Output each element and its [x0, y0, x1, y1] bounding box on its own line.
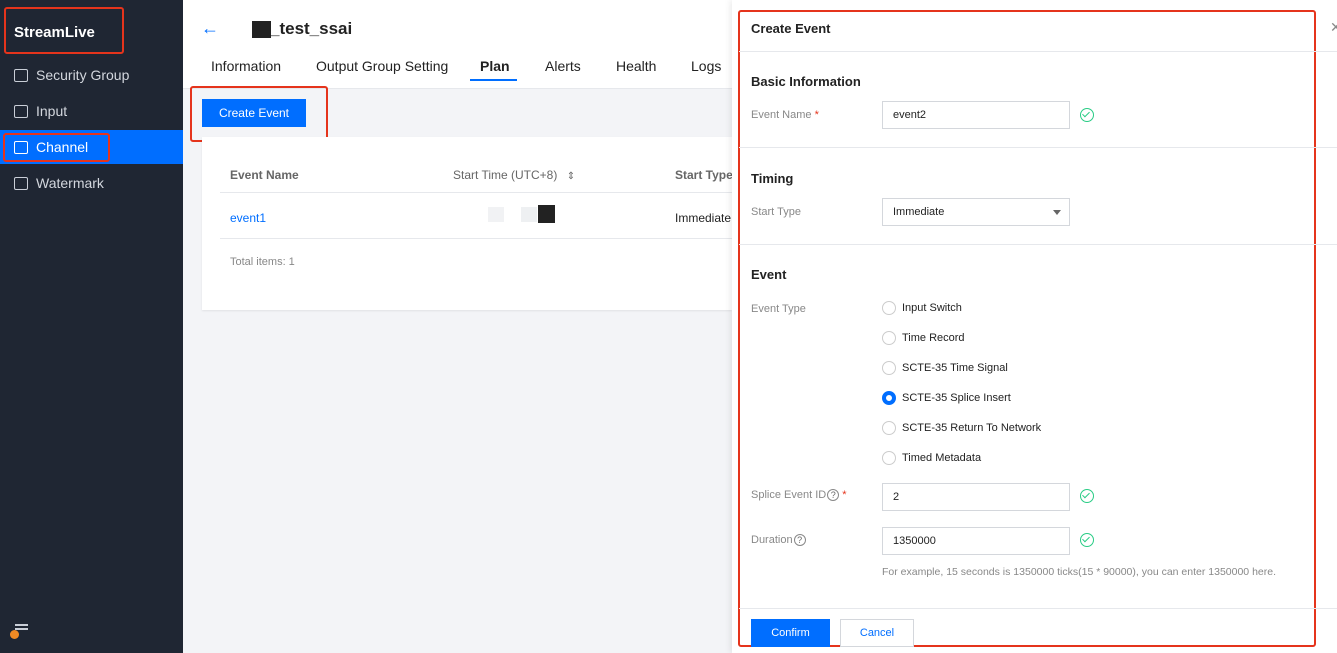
help-icon[interactable]: ? — [793, 534, 806, 547]
radio-circle[interactable] — [882, 451, 896, 465]
radio-scte35-return-to-network[interactable]: SCTE-35 Return To Network — [882, 421, 1041, 435]
chevron-down-icon — [1053, 210, 1061, 215]
radio-circle[interactable] — [882, 361, 896, 375]
sidebar: StreamLive Security Group Input Channel … — [0, 0, 183, 653]
tab-health[interactable]: Health — [616, 58, 656, 74]
tab-output-group-setting[interactable]: Output Group Setting — [316, 58, 448, 74]
section-timing: Timing — [751, 171, 794, 186]
close-icon[interactable]: ✕ — [1330, 19, 1337, 36]
radio-circle[interactable] — [882, 301, 896, 315]
redacted-start-time — [488, 207, 504, 222]
event-type-label: Event Type — [751, 303, 806, 315]
divider — [739, 51, 1337, 52]
start-type-select[interactable]: Immediate — [882, 198, 1070, 226]
tab-information[interactable]: Information — [211, 58, 281, 74]
confirm-button[interactable]: Confirm — [751, 619, 830, 647]
divider — [739, 147, 1337, 148]
section-event: Event — [751, 267, 787, 282]
splice-event-id-label: Splice Event ID? * — [751, 489, 847, 502]
radio-time-record[interactable]: Time Record — [882, 331, 965, 345]
splice-event-id-input[interactable] — [882, 483, 1070, 511]
total-items: Total items: 1 — [230, 256, 295, 268]
section-basic-information: Basic Information — [751, 74, 861, 89]
check-circle-icon — [1080, 108, 1094, 122]
sidebar-item-watermark[interactable]: Watermark — [0, 166, 183, 200]
channel-highlight-box — [3, 133, 110, 162]
radio-scte35-splice-insert[interactable]: SCTE-35 Splice Insert — [882, 391, 1011, 405]
duration-input[interactable] — [882, 527, 1070, 555]
input-icon — [14, 104, 28, 118]
radio-timed-metadata[interactable]: Timed Metadata — [882, 451, 981, 465]
radio-circle[interactable] — [882, 421, 896, 435]
page-title: _test_ssai — [270, 19, 353, 38]
tab-alerts[interactable]: Alerts — [545, 58, 581, 74]
sidebar-item-label: Security Group — [36, 67, 130, 83]
redacted-start-time — [538, 205, 555, 223]
menu-toggle-icon[interactable] — [10, 622, 30, 640]
arrow-left-icon[interactable]: ← — [201, 18, 219, 39]
column-event-name: Event Name — [230, 168, 299, 182]
radio-circle-selected[interactable] — [882, 391, 896, 405]
event-name-label: Event Name * — [751, 109, 819, 121]
start-type-label: Start Type — [751, 206, 801, 218]
tab-plan[interactable]: Plan — [480, 58, 510, 74]
column-start-time[interactable]: Start Time (UTC+8) ⇕ — [453, 168, 575, 182]
table-divider — [220, 238, 732, 239]
help-icon[interactable]: ? — [827, 489, 840, 502]
event-name-input[interactable] — [882, 101, 1070, 129]
check-circle-icon — [1080, 533, 1094, 547]
redacted-title-prefix — [252, 21, 271, 38]
shield-icon — [14, 68, 28, 82]
channel-header: ← _test_ssai Information Output Group Se… — [183, 0, 732, 89]
create-event-button[interactable]: Create Event — [202, 99, 306, 127]
radio-input-switch[interactable]: Input Switch — [882, 301, 962, 315]
sidebar-item-security-group[interactable]: Security Group — [0, 58, 183, 92]
start-type-cell: Immediate — [675, 211, 732, 225]
sort-icon[interactable]: ⇕ — [567, 171, 575, 182]
events-table-card — [202, 137, 732, 310]
redacted-start-time — [521, 207, 537, 222]
duration-label: Duration? — [751, 534, 806, 547]
check-circle-icon — [1080, 489, 1094, 503]
start-type-value: Immediate — [893, 206, 945, 218]
sidebar-item-label: Watermark — [36, 175, 104, 191]
divider — [739, 608, 1337, 609]
table-divider — [220, 192, 732, 193]
cancel-button[interactable]: Cancel — [840, 619, 914, 647]
divider — [739, 244, 1337, 245]
drawer-title: Create Event — [751, 21, 831, 36]
duration-hint: For example, 15 seconds is 1350000 ticks… — [882, 566, 1277, 578]
radio-circle[interactable] — [882, 331, 896, 345]
sidebar-item-input[interactable]: Input — [0, 94, 183, 128]
tab-logs[interactable]: Logs — [691, 58, 721, 74]
sidebar-item-label: Input — [36, 103, 68, 119]
watermark-icon — [14, 176, 28, 190]
active-tab-indicator — [470, 79, 517, 81]
radio-scte35-time-signal[interactable]: SCTE-35 Time Signal — [882, 361, 1008, 375]
brand-logo: StreamLive — [4, 7, 124, 54]
event-name-link[interactable]: event1 — [230, 211, 266, 225]
column-start-type: Start Type — [675, 168, 733, 182]
